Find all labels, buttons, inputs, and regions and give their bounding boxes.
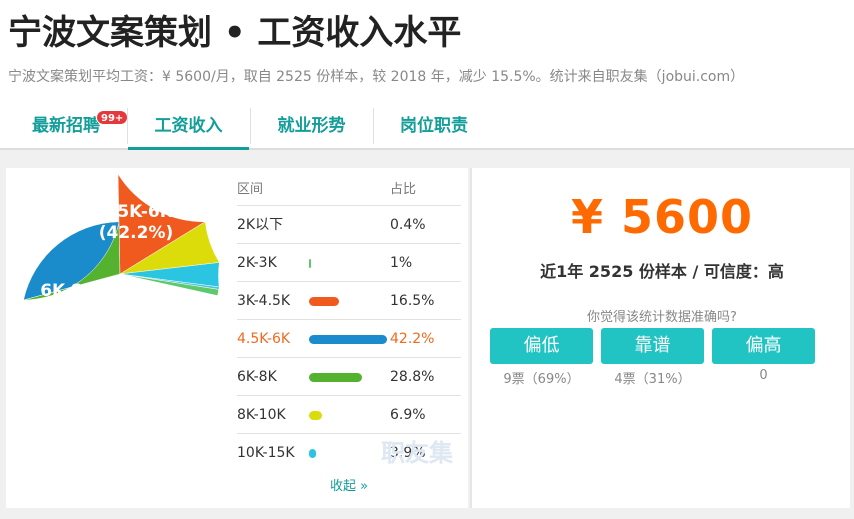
tab-label: 就业形势 [277, 116, 346, 136]
page-subtitle: 宁波文案策划平均工资：¥ 5600/月，取自 2525 份样本，较 2018 年… [8, 69, 745, 85]
range-cell: 8K-10K [237, 407, 286, 423]
col-share-header: 占比 [390, 182, 417, 197]
table-row: 8K-10K 6.9% [237, 396, 461, 434]
tab-bar: 最新招聘 99+ 工资收入 就业形势 岗位职责 [0, 104, 854, 150]
page-title: 宁波文案策划 • 工资收入水平 [8, 13, 462, 53]
share-cell: 16.5% [390, 293, 435, 309]
share-bar [309, 259, 311, 268]
header-section: 宁波文案策划 • 工资收入水平 宁波文案策划平均工资：¥ 5600/月，取自 2… [0, 0, 854, 150]
range-cell: 2K以下 [237, 217, 284, 233]
pie-label-second-pct: (28.8%) [30, 302, 106, 322]
share-bar [309, 373, 363, 382]
share-cell: 6.9% [390, 407, 426, 423]
tab-employment[interactable]: 就业形势 [250, 104, 373, 148]
share-cell: 1% [390, 255, 413, 271]
tab-label: 岗位职责 [400, 116, 468, 136]
share-bar [309, 335, 387, 344]
table-row: 2K以下 0.4% [237, 206, 461, 244]
share-cell: 28.8% [390, 369, 435, 385]
notification-badge: 99+ [96, 110, 129, 125]
share-cell: 42.2% [390, 331, 435, 347]
share-bar [309, 449, 317, 458]
pie-label-main: 4.5K-6K (42.2%) [84, 202, 188, 244]
tab-salary[interactable]: 工资收入 [128, 104, 249, 150]
range-cell: 3K-4.5K [237, 293, 291, 309]
table-row-highlighted: 4.5K-6K 42.2% [237, 320, 461, 358]
vote-accurate-count: 4票（31%） [614, 372, 691, 387]
average-salary: ¥ 5600 [570, 190, 754, 244]
vote-low-button[interactable]: 偏低 [490, 328, 593, 364]
table-row: 6K-8K 28.8% [237, 358, 461, 396]
distribution-table: 区间 占比 2K以下 0.4% 2K-3K 1% 3K-4.5K 16.5% 4… [237, 180, 461, 472]
col-range-header: 区间 [237, 182, 264, 197]
pie-label-second: 6K-8K (28.8%) [26, 281, 110, 323]
salary-pie-chart [23, 173, 220, 301]
table-row: 3K-4.5K 16.5% [237, 282, 461, 320]
accuracy-question: 你觉得该统计数据准确吗? [587, 310, 737, 325]
tab-duties[interactable]: 岗位职责 [374, 104, 494, 148]
share-bar [309, 411, 322, 420]
pie-label-second-range: 6K-8K [40, 281, 96, 301]
table-row: 2K-3K 1% [237, 244, 461, 282]
tab-label: 最新招聘 [32, 116, 100, 136]
range-cell: 6K-8K [237, 369, 277, 385]
share-bar [309, 297, 340, 306]
tab-label: 工资收入 [154, 116, 223, 136]
summary-panel: ¥ 5600 近1年 2525 份样本 / 可信度：高 你觉得该统计数据准确吗?… [470, 168, 850, 508]
distribution-panel: 4.5K-6K (42.2%) 6K-8K (28.8%) 区间 占比 2K以下… [6, 168, 468, 508]
share-cell: 0.4% [390, 217, 426, 233]
pie-label-main-range: 4.5K-6K [99, 202, 173, 222]
vote-accurate-button[interactable]: 靠谱 [601, 328, 704, 364]
range-cell: 10K-15K [237, 445, 295, 461]
range-cell: 2K-3K [237, 255, 277, 271]
vote-high-count: 0 [759, 368, 768, 383]
pie-label-main-pct: (42.2%) [98, 223, 174, 243]
range-cell: 4.5K-6K [237, 331, 291, 347]
table-header: 区间 占比 [237, 180, 461, 206]
watermark-logo: 职友集 [381, 439, 453, 467]
sample-info: 近1年 2525 份样本 / 可信度：高 [540, 262, 784, 281]
vote-high-button[interactable]: 偏高 [712, 328, 815, 364]
vote-low-count: 9票（69%） [503, 372, 580, 387]
collapse-link[interactable]: 收起 » [237, 475, 461, 494]
